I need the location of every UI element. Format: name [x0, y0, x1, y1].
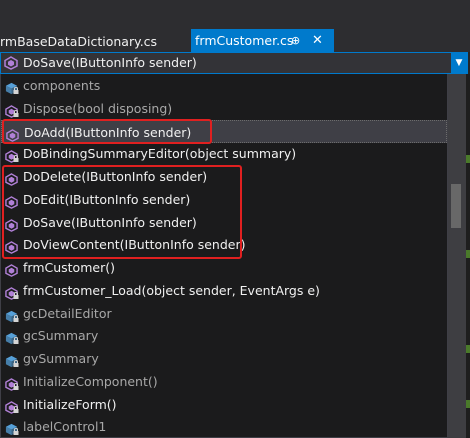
change-marker — [466, 155, 470, 163]
method-icon — [4, 56, 18, 73]
field-lock-icon — [5, 352, 19, 368]
member-item[interactable]: DoEdit(IButtonInfo sender) — [1, 188, 447, 211]
field-lock-icon — [5, 420, 19, 436]
change-marker — [466, 345, 470, 353]
method-lock-icon — [5, 102, 19, 118]
member-dropdown-value: DoSave(IButtonInfo sender) — [23, 55, 197, 70]
scrollbar-thumb[interactable] — [451, 184, 461, 228]
member-item-label: gcSummary — [23, 328, 99, 344]
tab-label: rmBaseDataDictionary.cs — [0, 34, 158, 49]
method-icon — [5, 216, 18, 232]
method-lock-icon — [5, 147, 19, 164]
vertical-scrollbar[interactable] — [448, 74, 466, 438]
document-tab-bar: rmBaseDataDictionary.cs frmCustomer.cs ⊕… — [0, 0, 470, 52]
member-item[interactable]: labelControl1 — [1, 415, 447, 437]
member-item-label: DoBindingSummaryEditor(object summary) — [23, 146, 297, 162]
chevron-down-icon[interactable]: ▼ — [451, 53, 467, 73]
member-item[interactable]: InitializeComponent() — [1, 370, 447, 393]
change-marker — [466, 400, 470, 408]
member-item[interactable]: frmCustomer() — [1, 256, 447, 279]
method-icon — [5, 170, 18, 186]
member-item-label: DoViewContent(IButtonInfo sender) — [23, 237, 246, 253]
member-item-label: labelControl1 — [23, 419, 107, 435]
member-item-label: DoSave(IButtonInfo sender) — [23, 214, 197, 230]
member-item-label: DoEdit(IButtonInfo sender) — [23, 191, 191, 207]
change-marker — [466, 250, 470, 258]
member-item-label: gvSummary — [23, 351, 99, 366]
member-item-label: DoAdd(IButtonInfo sender) — [24, 124, 192, 140]
member-item[interactable]: InitializeForm() — [1, 393, 447, 416]
member-item[interactable]: DoBindingSummaryEditor(object summary) — [1, 142, 447, 165]
member-item[interactable]: DoAdd(IButtonInfo sender) — [1, 119, 447, 143]
member-item-label: frmCustomer() — [23, 260, 115, 275]
member-item[interactable]: gcDetailEditor — [1, 302, 447, 325]
tab-base-data-dictionary[interactable]: rmBaseDataDictionary.cs — [0, 31, 157, 52]
method-lock-icon — [5, 284, 19, 300]
member-item[interactable]: DoDelete(IButtonInfo sender) — [1, 165, 447, 188]
member-item[interactable]: gvSummary — [1, 347, 447, 370]
method-lock-icon — [5, 398, 19, 414]
member-item-label: Dispose(bool disposing) — [23, 100, 173, 116]
pin-icon[interactable]: ⊕ — [291, 29, 300, 52]
member-item[interactable]: gcSummary — [1, 324, 447, 347]
method-icon — [5, 238, 18, 255]
field-lock-icon — [5, 79, 19, 95]
field-lock-icon — [5, 329, 19, 345]
method-lock-icon — [5, 375, 19, 391]
member-item-label: gcDetailEditor — [23, 305, 112, 321]
field-lock-icon — [5, 307, 19, 322]
member-item[interactable]: Dispose(bool disposing) — [1, 97, 447, 120]
member-dropdown[interactable]: DoSave(IButtonInfo sender) ▼ — [0, 52, 468, 74]
member-item-label: InitializeForm() — [23, 396, 117, 412]
method-icon — [6, 126, 19, 142]
method-icon — [5, 193, 18, 209]
member-item-label: DoDelete(IButtonInfo sender) — [23, 169, 208, 184]
member-item-label: components — [23, 78, 101, 93]
member-item-label: frmCustomer_Load(object sender, EventArg… — [23, 282, 320, 298]
method-icon — [5, 261, 18, 277]
tab-frm-customer[interactable]: frmCustomer.cs ⊕ ✕ — [191, 29, 334, 52]
member-item[interactable]: components — [1, 74, 447, 97]
close-icon[interactable]: ✕ — [312, 29, 323, 52]
member-item[interactable]: frmCustomer_Load(object sender, EventArg… — [1, 279, 447, 302]
member-item[interactable]: DoSave(IButtonInfo sender) — [1, 211, 447, 234]
tab-label: frmCustomer.cs — [195, 33, 294, 48]
member-list: components Dispose(bool disposing) DoAdd(I… — [0, 74, 448, 438]
member-item[interactable]: DoViewContent(IButtonInfo sender) — [1, 233, 447, 256]
member-item-label: InitializeComponent() — [23, 373, 158, 389]
